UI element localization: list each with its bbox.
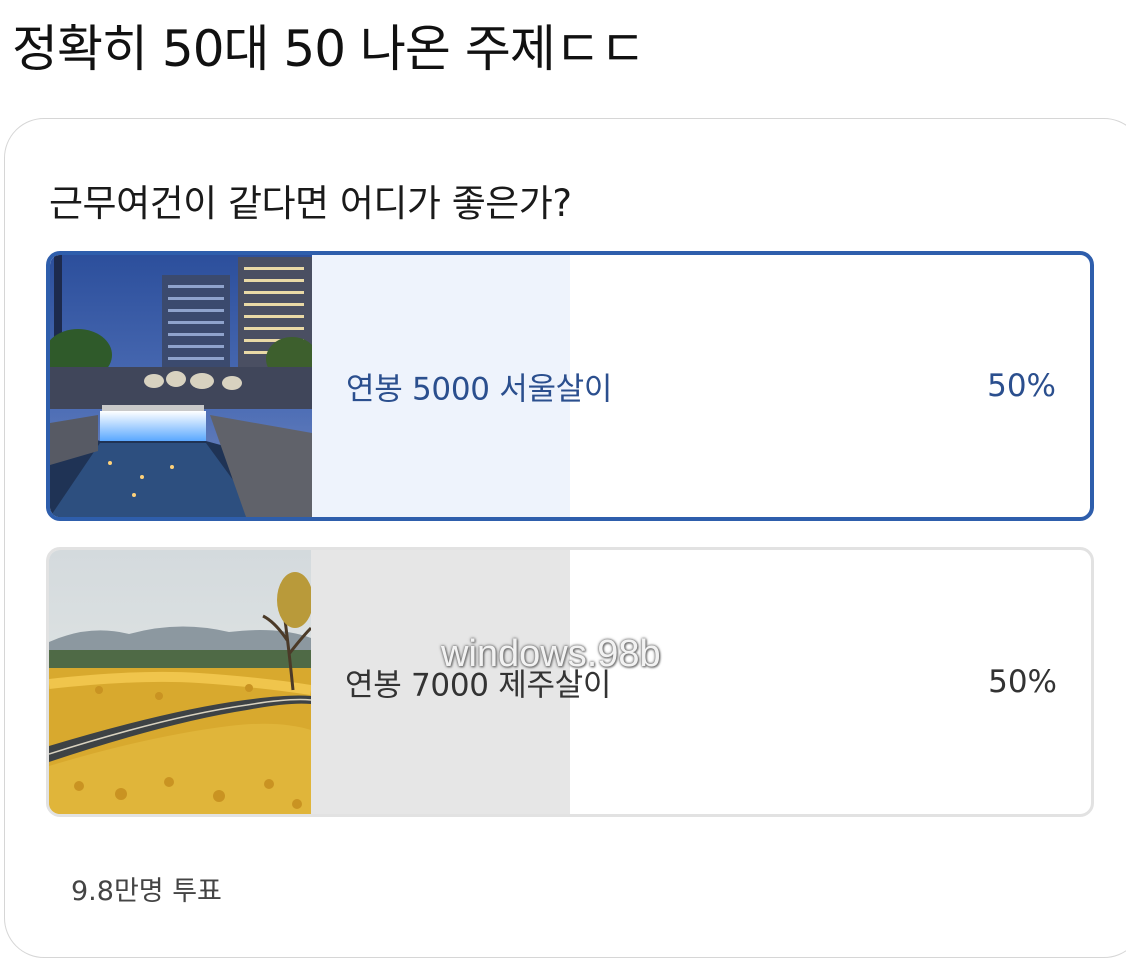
seoul-cheonggyecheon-night-image [50,255,312,517]
option-percent: 50% [987,368,1056,404]
poll-question: 근무여건이 같다면 어디가 좋은가? [49,182,572,225]
post-title: 정확히 50대 50 나온 주제ㄷㄷ [12,20,646,78]
poll-card: 근무여건이 같다면 어디가 좋은가? 연봉 5000 서울살이 50% wind… [4,118,1126,958]
option-label: 연봉 5000 서울살이 [346,371,613,408]
watermark-text: windows.98b [441,633,661,675]
poll-option-seoul[interactable]: 연봉 5000 서울살이 50% [46,251,1094,521]
option-percent: 50% [988,664,1057,700]
jeju-canola-road-image [49,550,311,814]
poll-option-jeju[interactable]: 연봉 7000 제주살이 50% [46,547,1094,817]
vote-count: 9.8만명 투표 [71,876,222,907]
